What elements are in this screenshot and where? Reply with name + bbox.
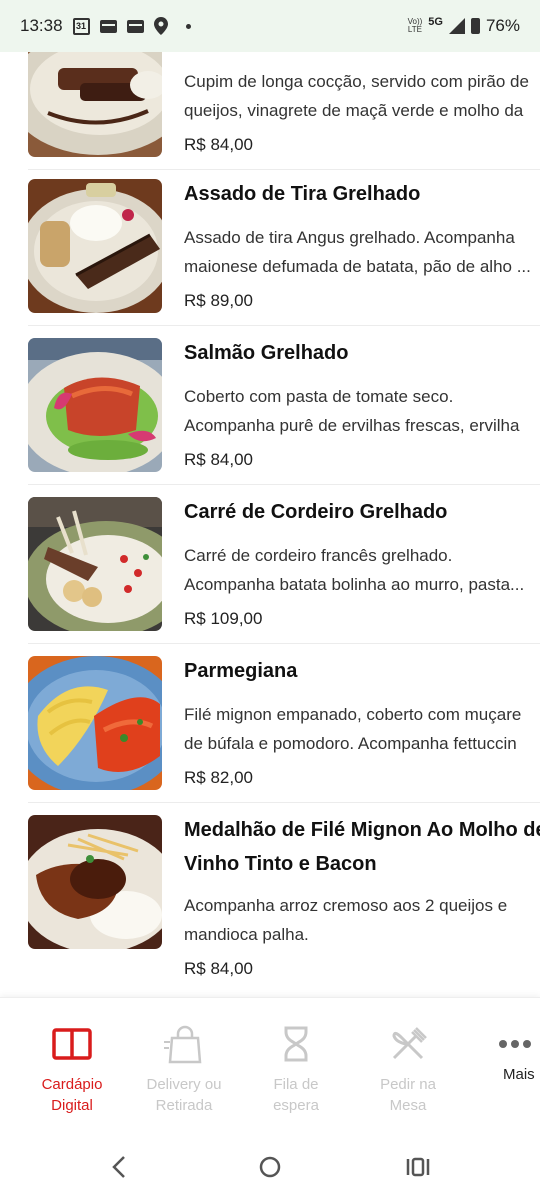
- nav-more[interactable]: Mais: [463, 1022, 540, 1085]
- desc-line: Acompanha purê de ervilhas frescas, ervi…: [184, 416, 520, 435]
- nav-pedir-na-mesa[interactable]: Pedir na Mesa: [352, 1022, 464, 1116]
- nav-label: Mais: [503, 1066, 535, 1083]
- menu-item[interactable]: Salmão Grelhado Coberto com pasta de tom…: [0, 326, 540, 485]
- dish-price: R$ 82,00: [184, 768, 253, 787]
- nav-label: Mesa: [389, 1097, 427, 1114]
- dish-photo: [28, 656, 162, 790]
- menu-item[interactable]: Carré de Cordeiro Grelhado Carré de cord…: [0, 485, 540, 644]
- dish-price: R$ 109,00: [184, 609, 263, 628]
- dish-photo: [28, 338, 162, 472]
- desc-line: Cupim de longa cocção, servido com pirão…: [184, 72, 529, 91]
- dish-description: Coberto com pasta de tomate seco. Acompa…: [184, 382, 540, 440]
- nav-fila-de-espera[interactable]: Fila de espera: [240, 1022, 352, 1116]
- notification-dot-icon: [185, 23, 191, 29]
- volte-icon: Vo)) LTE: [408, 18, 423, 34]
- nav-delivery-retirada[interactable]: Delivery ou Retirada: [128, 1022, 240, 1116]
- title-line: Vinho Tinto e Bacon: [184, 853, 377, 875]
- nav-label: Delivery ou: [146, 1076, 222, 1093]
- battery-icon: [470, 18, 480, 34]
- nav-label: espera: [273, 1097, 319, 1114]
- dish-title: Parmegiana: [184, 660, 298, 682]
- recents-button[interactable]: [398, 1147, 438, 1187]
- nav-label: Retirada: [155, 1097, 213, 1114]
- cutlery-icon: [392, 1027, 427, 1060]
- more-dots-icon: [499, 1040, 531, 1048]
- dish-description: Carré de cordeiro francês grelhado. Acom…: [184, 541, 540, 599]
- desc-line: de búfala e pomodoro. Acompanha fettucci…: [184, 734, 517, 753]
- nav-cardapio-digital[interactable]: Cardápio Digital: [16, 1022, 128, 1116]
- battery-percent: 76%: [485, 16, 520, 35]
- dish-price: R$ 84,00: [184, 959, 253, 978]
- back-chevron-icon: [112, 1156, 125, 1178]
- status-left: 13:38 31: [20, 16, 191, 36]
- dish-description: Cupim de longa cocção, servido com pirão…: [184, 67, 540, 125]
- location-pin-icon: [153, 17, 168, 35]
- system-navigation-bar: [0, 1127, 540, 1200]
- menu-list[interactable]: Cupim de longa cocção, servido com pirão…: [0, 52, 540, 997]
- menu-item[interactable]: Cupim de longa cocção, servido com pirão…: [0, 52, 540, 170]
- calendar-icon: 31: [72, 17, 90, 35]
- desc-line: queijos, vinagrete de maçã verde e molho…: [184, 101, 524, 120]
- desc-line: Carré de cordeiro francês grelhado.: [184, 546, 453, 565]
- dish-description: Acompanha arroz cremoso aos 2 queijos e …: [184, 891, 540, 949]
- wallet-card-icon: [99, 19, 117, 33]
- dish-title: Carré de Cordeiro Grelhado: [184, 501, 448, 523]
- dish-price: R$ 84,00: [184, 135, 253, 154]
- nav-label: Pedir na: [380, 1076, 436, 1093]
- shopping-bag-icon: [164, 1025, 202, 1064]
- status-right: Vo)) LTE 5G 76%: [408, 16, 520, 36]
- recents-icon: [406, 1157, 430, 1177]
- menu-item[interactable]: Assado de Tira Grelhado Assado de tira A…: [0, 167, 540, 326]
- payment-card-icon: [126, 19, 144, 33]
- dish-price: R$ 84,00: [184, 450, 253, 469]
- status-time: 13:38: [20, 16, 63, 35]
- dish-title: Medalhão de Filé Mignon Ao Molho de Vinh…: [184, 813, 540, 881]
- dish-photo: [28, 52, 162, 157]
- dish-photo: [28, 179, 162, 313]
- bottom-nav: Cardápio Digital Delivery ou Retirada Fi…: [0, 997, 540, 1127]
- signal-icon: [448, 18, 465, 34]
- dish-photo: [28, 815, 162, 949]
- desc-line: Assado de tira Angus grelhado. Acompanha: [184, 228, 515, 247]
- dish-title: Assado de Tira Grelhado: [184, 183, 421, 205]
- menu-item[interactable]: Parmegiana Filé mignon empanado, coberto…: [0, 644, 540, 803]
- desc-line: Coberto com pasta de tomate seco.: [184, 387, 454, 406]
- nav-label: Cardápio: [41, 1076, 103, 1093]
- desc-line: Acompanha arroz cremoso aos 2 queijos e: [184, 896, 508, 915]
- desc-line: Filé mignon empanado, coberto com muçare: [184, 705, 522, 724]
- status-bar: 13:38 31 Vo)) LTE 5G 76%: [0, 0, 540, 52]
- menu-item[interactable]: Medalhão de Filé Mignon Ao Molho de Vinh…: [0, 803, 540, 997]
- dish-price: R$ 89,00: [184, 291, 253, 310]
- desc-line: Acompanha batata bolinha ao murro, pasta…: [184, 575, 525, 594]
- network-type: 5G: [428, 16, 443, 28]
- title-line: Medalhão de Filé Mignon Ao Molho de: [184, 819, 540, 841]
- dish-description: Assado de tira Angus grelhado. Acompanha…: [184, 223, 540, 281]
- book-icon: [52, 1028, 92, 1060]
- nav-label: Fila de: [273, 1076, 319, 1093]
- desc-line: mandioca palha.: [184, 925, 309, 944]
- dish-photo: [28, 497, 162, 631]
- volte-bottom: LTE: [407, 25, 422, 34]
- home-button[interactable]: [250, 1147, 290, 1187]
- dish-description: Filé mignon empanado, coberto com muçare…: [184, 700, 540, 758]
- back-button[interactable]: [100, 1147, 140, 1187]
- hourglass-icon: [284, 1026, 308, 1062]
- home-circle-icon: [259, 1156, 281, 1178]
- desc-line: maionese defumada de batata, pão de alho…: [184, 257, 531, 276]
- dish-title: Salmão Grelhado: [184, 342, 349, 364]
- nav-label: Digital: [51, 1097, 93, 1114]
